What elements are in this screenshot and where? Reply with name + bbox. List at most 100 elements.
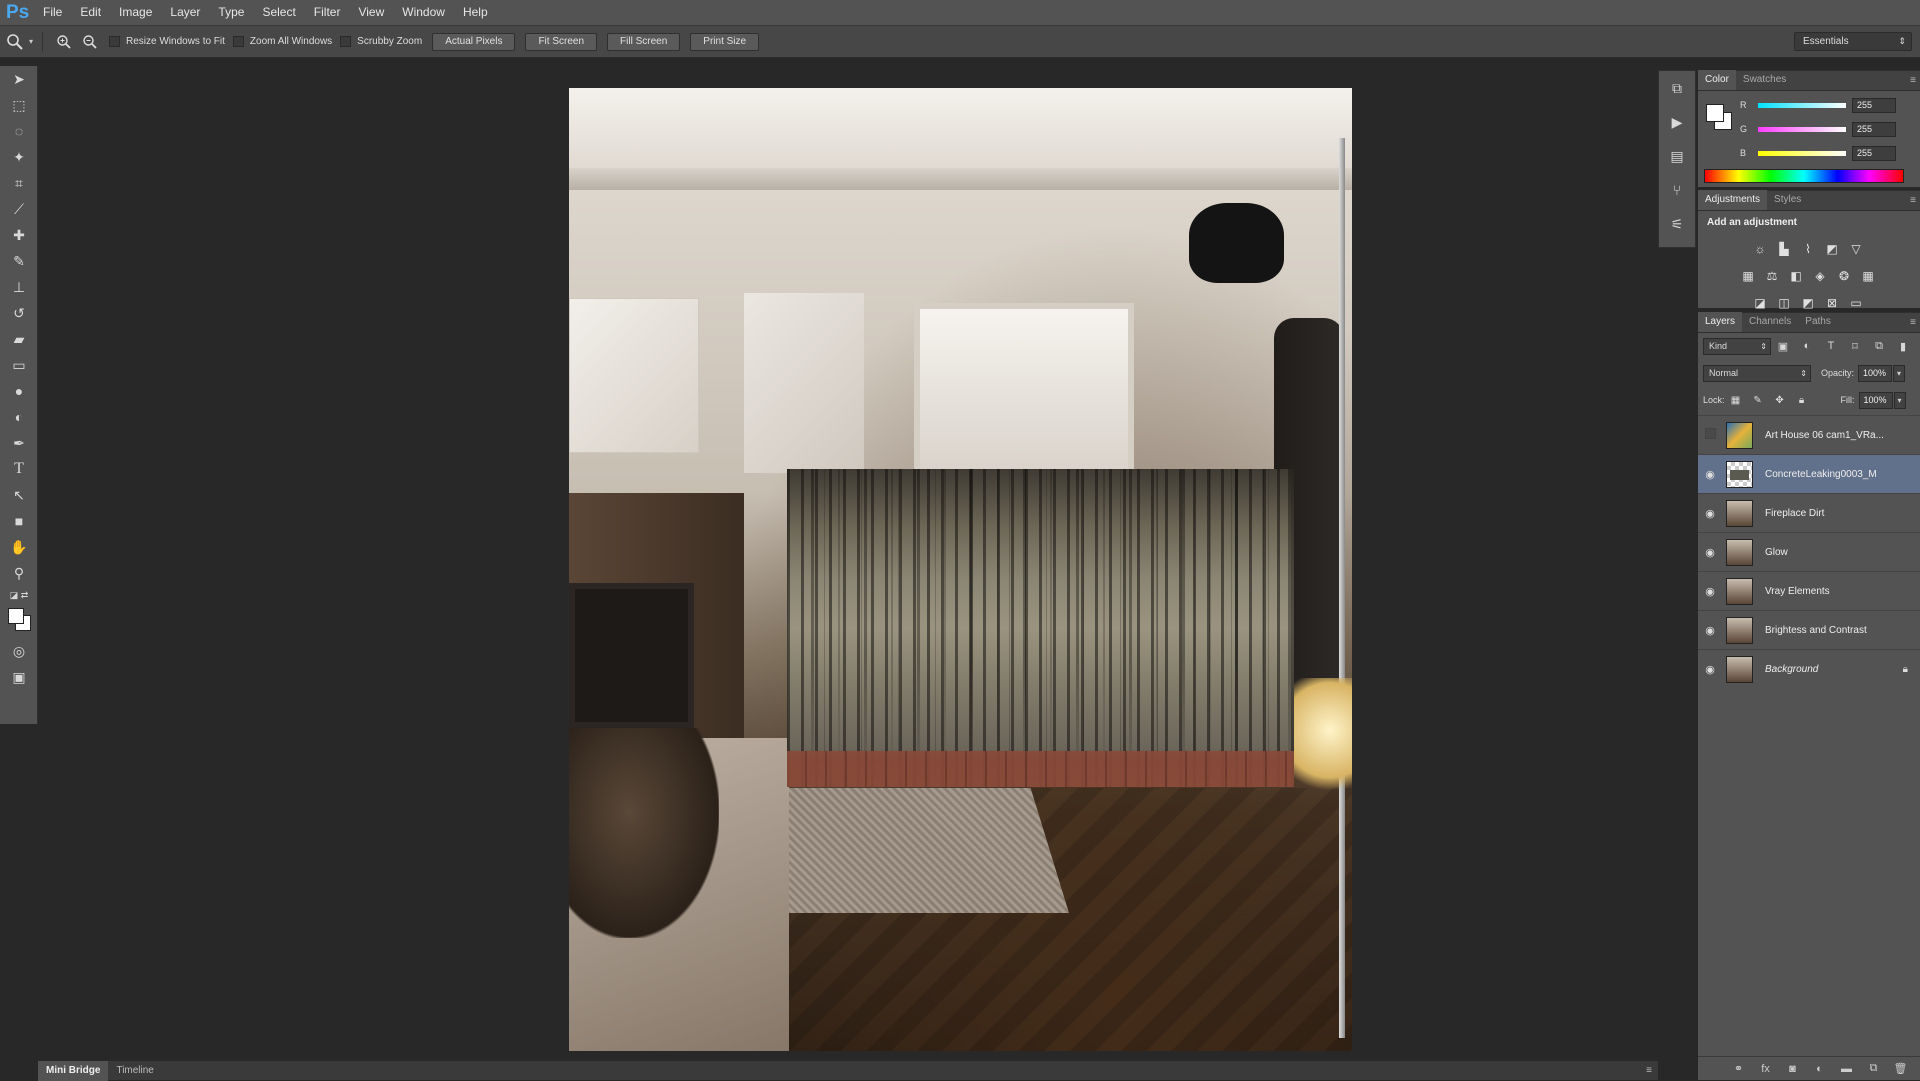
properties-panel-icon[interactable]: ▤ <box>1659 139 1695 173</box>
marquee-tool-icon[interactable]: ⬚ <box>0 92 38 118</box>
menu-help[interactable]: Help <box>454 0 497 25</box>
print-size-button[interactable]: Print Size <box>690 32 760 51</box>
checkbox-box[interactable] <box>109 36 120 47</box>
menu-filter[interactable]: Filter <box>305 0 350 25</box>
move-tool-icon[interactable]: ➤ <box>0 66 38 92</box>
menu-file[interactable]: File <box>34 0 71 25</box>
zoom-all-windows-checkbox[interactable]: Zoom All Windows <box>232 36 332 47</box>
layer-style-icon[interactable]: fx <box>1752 1063 1779 1075</box>
layer-name[interactable]: ConcreteLeaking0003_M <box>1765 469 1877 480</box>
blue-slider[interactable] <box>1758 150 1846 156</box>
channel-mixer-icon[interactable]: ❂ <box>1832 269 1856 283</box>
healing-brush-tool-icon[interactable]: ✚ <box>0 222 38 248</box>
link-layers-icon[interactable]: ⚭ <box>1725 1062 1752 1075</box>
tab-adjustments[interactable]: Adjustments <box>1698 190 1768 210</box>
opacity-input[interactable]: 100% <box>1858 364 1893 382</box>
document-canvas[interactable] <box>569 88 1352 1051</box>
curves-icon[interactable]: ⌇ <box>1796 242 1820 256</box>
opacity-dropdown-icon[interactable]: ▾ <box>1893 364 1906 382</box>
foreground-color-swatch[interactable] <box>1706 104 1724 122</box>
layer-row[interactable]: ◉ Fireplace Dirt <box>1698 493 1920 532</box>
workspace-switcher[interactable]: Essentials <box>1794 32 1912 51</box>
tab-channels[interactable]: Channels <box>1742 312 1798 332</box>
path-selection-tool-icon[interactable]: ↖ <box>0 482 38 508</box>
brush-presets-panel-icon[interactable]: ⑂ <box>1659 173 1695 207</box>
blend-mode-select[interactable]: Normal <box>1703 364 1811 382</box>
eye-icon[interactable]: ◉ <box>1698 546 1722 559</box>
checkbox-box[interactable] <box>340 36 352 47</box>
fit-screen-button[interactable]: Fit Screen <box>525 32 598 51</box>
filter-toggle-icon[interactable]: ▮ <box>1891 340 1915 353</box>
menu-edit[interactable]: Edit <box>71 0 110 25</box>
menu-type[interactable]: Type <box>209 0 253 25</box>
tool-presets-panel-icon[interactable]: ⚟ <box>1659 207 1695 241</box>
eye-icon[interactable]: ◉ <box>1698 585 1722 598</box>
layer-row-selected[interactable]: ◉ ConcreteLeaking0003_M <box>1698 454 1920 493</box>
concrete-texture-layer[interactable] <box>787 469 1294 787</box>
black-white-icon[interactable]: ◧ <box>1784 269 1808 283</box>
gradient-map-icon[interactable]: ▭ <box>1844 296 1868 310</box>
new-layer-icon[interactable]: ⧉ <box>1860 1062 1887 1075</box>
green-value-input[interactable]: 255 <box>1852 121 1896 137</box>
pen-tool-icon[interactable]: ✒ <box>0 430 38 456</box>
layer-name[interactable]: Background <box>1765 664 1818 675</box>
layer-row[interactable]: ◉ Vray Elements <box>1698 571 1920 610</box>
green-slider[interactable] <box>1758 126 1846 132</box>
panel-menu-icon[interactable]: ≡ <box>1910 75 1916 86</box>
resize-windows-checkbox[interactable]: Resize Windows to Fit <box>109 36 225 47</box>
hue-saturation-icon[interactable]: ▦ <box>1736 269 1760 283</box>
photo-filter-icon[interactable]: ◈ <box>1808 269 1832 283</box>
eye-icon[interactable]: ◉ <box>1698 663 1722 676</box>
threshold-icon[interactable]: ◩ <box>1796 296 1820 310</box>
tab-paths[interactable]: Paths <box>1798 312 1838 332</box>
actual-pixels-button[interactable]: Actual Pixels <box>432 32 516 51</box>
layer-row[interactable]: ◉ Glow <box>1698 532 1920 571</box>
actions-panel-icon[interactable]: ▶ <box>1659 105 1695 139</box>
menu-layer[interactable]: Layer <box>161 0 209 25</box>
color-spectrum-bar[interactable] <box>1704 169 1904 183</box>
levels-icon[interactable]: ▙ <box>1772 242 1796 256</box>
lock-image-pixels-icon[interactable]: ✎ <box>1747 395 1769 406</box>
zoom-in-icon[interactable] <box>53 31 75 53</box>
preset-dropdown-icon[interactable]: ▾ <box>26 31 36 53</box>
layer-kind-filter[interactable]: Kind <box>1703 337 1771 355</box>
red-slider[interactable] <box>1758 102 1846 108</box>
type-filter-icon[interactable]: T <box>1819 340 1843 352</box>
blue-value-input[interactable]: 255 <box>1852 145 1896 161</box>
history-brush-tool-icon[interactable]: ↺ <box>0 300 38 326</box>
menu-view[interactable]: View <box>349 0 393 25</box>
add-mask-icon[interactable]: ◙ <box>1779 1063 1806 1075</box>
invert-icon[interactable]: ◪ <box>1748 296 1772 310</box>
scrubby-zoom-checkbox[interactable]: Scrubby Zoom <box>340 36 422 47</box>
pixel-filter-icon[interactable]: ▣ <box>1771 340 1795 353</box>
foreground-background-color-icon[interactable] <box>0 604 38 638</box>
zoom-tool-icon[interactable]: ⚲ <box>0 560 38 586</box>
history-panel-icon[interactable]: ⧉ <box>1659 71 1695 105</box>
color-balance-icon[interactable]: ⚖ <box>1760 269 1784 283</box>
layer-name[interactable]: Vray Elements <box>1765 586 1830 597</box>
crop-tool-icon[interactable]: ⌗ <box>0 170 38 196</box>
lock-all-icon[interactable]: 🔒︎ <box>1791 395 1813 406</box>
eye-icon[interactable]: ◉ <box>1698 507 1722 520</box>
exposure-icon[interactable]: ◩ <box>1820 242 1844 256</box>
tab-mini-bridge[interactable]: Mini Bridge <box>38 1060 109 1081</box>
lock-transparent-pixels-icon[interactable]: ▦ <box>1725 395 1747 406</box>
posterize-icon[interactable]: ◫ <box>1772 296 1796 310</box>
checkbox-box[interactable] <box>232 36 244 47</box>
tab-styles[interactable]: Styles <box>1767 190 1808 210</box>
rectangle-tool-icon[interactable]: ■ <box>0 508 38 534</box>
fill-dropdown-icon[interactable]: ▾ <box>1893 391 1906 409</box>
visibility-toggle-empty[interactable] <box>1698 428 1722 442</box>
brightness-contrast-icon[interactable]: ☼ <box>1748 242 1772 256</box>
brush-tool-icon[interactable]: ✎ <box>0 248 38 274</box>
menu-image[interactable]: Image <box>110 0 161 25</box>
new-adjustment-layer-icon[interactable]: ◐ <box>1806 1063 1833 1075</box>
lock-position-icon[interactable]: ✥ <box>1769 395 1791 406</box>
new-group-icon[interactable]: ▬ <box>1833 1063 1860 1075</box>
fill-screen-button[interactable]: Fill Screen <box>607 32 681 51</box>
shape-filter-icon[interactable]: ⌑ <box>1843 340 1867 353</box>
default-colors-icon[interactable]: ◪ ⇄ <box>0 586 38 604</box>
vibrance-icon[interactable]: ▽ <box>1844 242 1868 256</box>
tab-swatches[interactable]: Swatches <box>1736 70 1793 90</box>
menu-window[interactable]: Window <box>393 0 454 25</box>
